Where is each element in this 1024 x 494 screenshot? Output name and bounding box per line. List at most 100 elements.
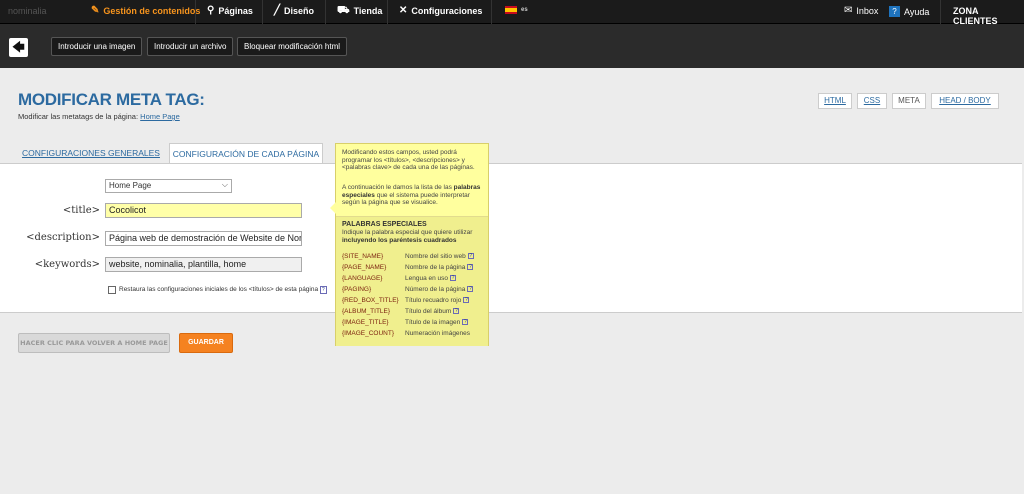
back-arrow-icon[interactable]: 🡄 bbox=[9, 38, 28, 57]
special-word-desc-text: Nombre del sitio web bbox=[405, 253, 466, 260]
help-icon[interactable]: ? bbox=[463, 297, 470, 303]
nav-divider bbox=[325, 0, 326, 24]
page-title: MODIFICAR META TAG: bbox=[18, 90, 205, 109]
special-words-box: PALABRAS ESPECIALES Indique la palabra e… bbox=[336, 216, 488, 346]
tooltip-list-intro: A continuación le damos la lista de las … bbox=[342, 184, 486, 207]
nav-pages[interactable]: ⚲ Páginas bbox=[207, 5, 253, 17]
description-label: <description> bbox=[26, 232, 100, 243]
special-word-desc: Título del álbum? bbox=[405, 308, 460, 315]
nominalia-logo[interactable]: nominalia bbox=[8, 6, 47, 16]
title-label: <title> bbox=[62, 205, 100, 216]
special-word-code: {IMAGE_COUNT} bbox=[342, 330, 395, 337]
special-words-description: Indique la palabra especial que quiere u… bbox=[342, 229, 486, 244]
nav-divider bbox=[491, 0, 492, 24]
nav-divider bbox=[262, 0, 263, 24]
help-icon[interactable]: ? bbox=[453, 308, 460, 314]
special-word-row: {IMAGE_TITLE} Título de la imagen? bbox=[342, 319, 488, 329]
brush-icon: ╱ bbox=[274, 5, 281, 16]
special-word-desc-text: Título de la imagen bbox=[405, 319, 461, 326]
client-zone-label: ZONA CLIENTES bbox=[953, 6, 998, 26]
special-word-code: {IMAGE_TITLE} bbox=[342, 319, 389, 326]
special-word-desc-text: Numeración imágenes bbox=[405, 330, 471, 337]
spain-flag-icon bbox=[505, 6, 517, 14]
insert-file-button[interactable]: Introducir un archivo bbox=[147, 37, 234, 56]
special-word-row: {SITE_NAME} Nombre del sitio web? bbox=[342, 253, 488, 263]
tools-icon: ✕ bbox=[399, 5, 408, 16]
restore-checkbox[interactable] bbox=[108, 286, 116, 294]
nav-divider bbox=[940, 0, 941, 24]
special-word-row: {PAGING} Número de la página? bbox=[342, 286, 488, 296]
tooltip-arrow bbox=[330, 202, 336, 214]
nav-divider bbox=[195, 0, 196, 24]
tooltip-list-intro-prefix: A continuación le damos la lista de las bbox=[342, 184, 452, 191]
inbox-link[interactable]: ✉ Inbox bbox=[844, 5, 879, 17]
subtitle-text: Modificar las metatags de la página: bbox=[18, 112, 139, 121]
title-input[interactable]: Cocolicot bbox=[105, 203, 302, 218]
special-word-code: {SITE_NAME} bbox=[342, 253, 384, 260]
special-word-desc: Lengua en uso? bbox=[405, 275, 457, 282]
special-word-desc: Nombre del sitio web? bbox=[405, 253, 474, 260]
tab-head-body[interactable]: HEAD / BODY bbox=[931, 93, 999, 109]
special-word-desc-text: Número de la página bbox=[405, 286, 466, 293]
page-subtitle: Modificar las metatags de la página: Hom… bbox=[18, 112, 180, 121]
special-word-desc-text: Lengua en uso bbox=[405, 275, 449, 282]
inbox-label: Inbox bbox=[856, 6, 879, 16]
language-code: es bbox=[521, 7, 528, 13]
special-word-row: {IMAGE_COUNT} Numeración imágenes bbox=[342, 330, 488, 340]
help-label: Ayuda bbox=[904, 6, 930, 17]
nav-settings[interactable]: ✕ Configuraciones bbox=[399, 5, 482, 17]
nav-divider bbox=[387, 0, 388, 24]
tab-html[interactable]: HTML bbox=[818, 93, 852, 109]
special-word-desc-text: Nombre de la página bbox=[405, 264, 466, 271]
sitemap-icon: ⚲ bbox=[207, 5, 215, 16]
description-input[interactable]: Página web de demostración de Website de… bbox=[105, 231, 302, 246]
help-link[interactable]: ? Ayuda bbox=[889, 6, 929, 17]
nav-content-management-label: Gestión de contenidos bbox=[103, 6, 201, 16]
client-zone-link[interactable]: ZONA CLIENTES bbox=[953, 6, 1024, 26]
nav-shop[interactable]: ⛟ Tienda bbox=[337, 5, 383, 17]
save-button[interactable]: GUARDAR bbox=[179, 333, 233, 353]
page-select-dropdown[interactable]: Home Page ⌵ bbox=[105, 179, 232, 193]
help-tooltip: Modificando estos campos, usted podrá pr… bbox=[330, 143, 489, 346]
special-word-row: {ALBUM_TITLE} Título del álbum? bbox=[342, 308, 488, 318]
special-words-title: PALABRAS ESPECIALES bbox=[342, 221, 427, 228]
help-icon[interactable]: ? bbox=[319, 286, 327, 294]
special-word-code: {PAGING} bbox=[342, 286, 372, 293]
special-word-code: {LANGUAGE} bbox=[342, 275, 383, 282]
help-icon[interactable]: ? bbox=[467, 264, 474, 270]
special-word-row: {LANGUAGE} Lengua en uso? bbox=[342, 275, 488, 285]
home-page-link[interactable]: Home Page bbox=[140, 112, 180, 121]
special-words-desc-text: Indique la palabra especial que quiere u… bbox=[342, 229, 473, 236]
special-word-desc: Número de la página? bbox=[405, 286, 474, 293]
help-icon[interactable]: ? bbox=[462, 319, 469, 325]
back-to-home-button[interactable]: HACER CLIC PARA VOLVER A HOME PAGE bbox=[18, 333, 170, 353]
nav-design[interactable]: ╱ Diseño bbox=[274, 5, 314, 17]
lock-html-button[interactable]: Bloquear modificación html bbox=[237, 37, 348, 56]
tab-css[interactable]: CSS bbox=[857, 93, 887, 109]
editor-toolbar: 🡄 Introducir una imagen Introducir un ar… bbox=[0, 24, 1024, 68]
tab-general-settings[interactable]: CONFIGURACIONES GENERALES bbox=[18, 143, 164, 163]
tab-meta[interactable]: META bbox=[892, 93, 926, 109]
help-icon[interactable]: ? bbox=[450, 275, 457, 281]
tab-each-page-settings[interactable]: CONFIGURACIÓN DE CADA PÁGINA bbox=[169, 143, 323, 163]
keywords-input[interactable]: website, nominalia, plantilla, home bbox=[105, 257, 302, 272]
insert-image-button[interactable]: Introducir una imagen bbox=[51, 37, 143, 56]
restore-checkbox-label: Restaura las configuraciones iniciales d… bbox=[119, 286, 327, 294]
chevron-down-icon: ⌵ bbox=[221, 180, 228, 189]
special-word-row: {RED_BOX_TITLE} Título recuadro rojo? bbox=[342, 297, 488, 307]
special-word-desc: Nombre de la página? bbox=[405, 264, 474, 271]
special-word-desc-text: Título recuadro rojo bbox=[405, 297, 462, 304]
help-icon[interactable]: ? bbox=[467, 253, 474, 259]
tooltip-intro: Modificando estos campos, usted podrá pr… bbox=[342, 149, 475, 171]
nav-content-management[interactable]: ✎ Gestión de contenidos bbox=[91, 6, 201, 17]
cart-icon: ⛟ bbox=[337, 5, 350, 16]
nav-shop-label: Tienda bbox=[353, 6, 383, 16]
special-word-code: {RED_BOX_TITLE} bbox=[342, 297, 399, 304]
language-selector[interactable]: es bbox=[505, 6, 528, 14]
help-icon[interactable]: ? bbox=[467, 286, 474, 292]
special-word-desc: Título recuadro rojo? bbox=[405, 297, 470, 304]
envelope-icon: ✉ bbox=[844, 5, 853, 16]
page-select-value: Home Page bbox=[109, 181, 152, 190]
special-word-code: {ALBUM_TITLE} bbox=[342, 308, 391, 315]
special-word-desc: Título de la imagen? bbox=[405, 319, 469, 326]
